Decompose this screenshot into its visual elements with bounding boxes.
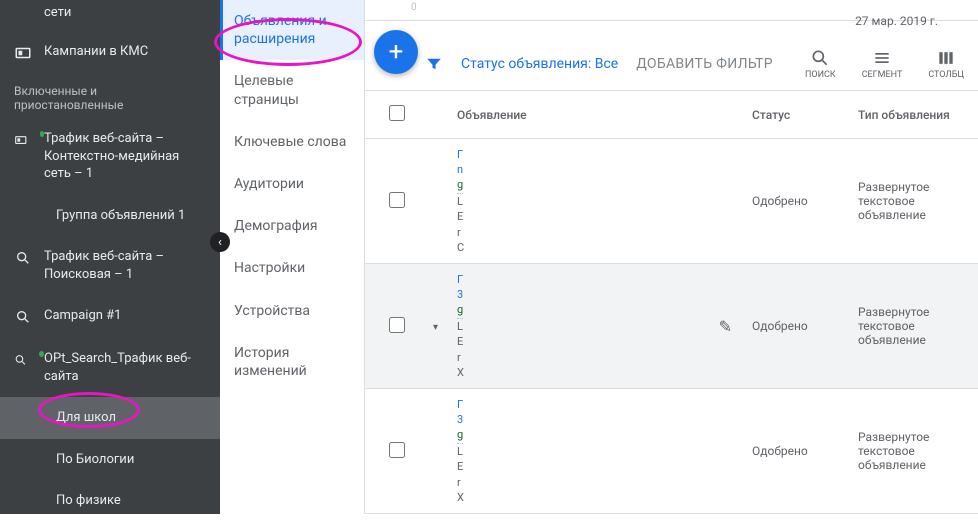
ad-status: Одобрено bbox=[752, 444, 858, 458]
menu-keywords[interactable]: Ключевые слова bbox=[220, 121, 364, 163]
ad-row[interactable]: ▾ Г 3 g L E r X ✎ Одобрено Развернутое т… bbox=[365, 264, 978, 389]
ad-type: Развернутое текстовое объявление bbox=[858, 305, 964, 347]
search-button[interactable]: ПОИСК bbox=[805, 48, 836, 80]
menu-audiences[interactable]: Аудитории bbox=[220, 163, 364, 205]
chevron-down-icon[interactable]: ▾ bbox=[433, 322, 438, 333]
ad-preview: Г n g L E r C bbox=[457, 147, 752, 256]
menu-landing-pages[interactable]: Целевые страницы bbox=[220, 60, 364, 120]
chevron-left-icon: ‹ bbox=[218, 235, 222, 250]
menu-devices[interactable]: Устройства bbox=[220, 290, 364, 332]
display-icon bbox=[14, 131, 32, 149]
sidebar-item-campaign-1[interactable]: Трафик веб-сайта – Поисковая – 1 bbox=[0, 236, 220, 295]
add-filter-button[interactable]: ДОБАВИТЬ ФИЛЬТР bbox=[636, 56, 773, 72]
ad-preview: Г 3 g L E r X bbox=[457, 272, 719, 381]
ads-table-header: Объявление Статус Тип объявления bbox=[365, 91, 978, 139]
columns-icon bbox=[936, 48, 956, 68]
date-label: 27 мар. 2019 г. bbox=[855, 14, 938, 28]
create-ad-fab[interactable]: + bbox=[374, 30, 418, 74]
sidebar-item-campaign-0[interactable]: Трафик веб-сайта – Контекстно-медийная с… bbox=[0, 118, 220, 195]
row-checkbox[interactable] bbox=[389, 317, 405, 333]
menu-demographics[interactable]: Демография bbox=[220, 205, 364, 247]
collapse-sidebar-handle[interactable]: ‹ bbox=[210, 232, 230, 252]
ad-preview: Г 3 g L E r X bbox=[457, 397, 752, 506]
filter-toolbar: Статус объявления: Все ДОБАВИТЬ ФИЛЬТР П… bbox=[365, 21, 978, 91]
sidebar-item-adgroup-schools[interactable]: Для школ bbox=[0, 397, 220, 439]
col-header-type[interactable]: Тип объявления bbox=[858, 108, 964, 122]
plus-icon: + bbox=[389, 37, 404, 67]
col-header-ad[interactable]: Объявление bbox=[457, 108, 752, 122]
sidebar-item-adgroup-biology[interactable]: По Биологии bbox=[0, 439, 220, 481]
sidebar-item-kmc[interactable]: Кампании в КМС bbox=[0, 31, 220, 74]
row-checkbox[interactable] bbox=[389, 442, 405, 458]
ad-type: Развернутое текстовое объявление bbox=[858, 430, 964, 472]
ad-status: Одобрено bbox=[752, 319, 858, 333]
row-checkbox[interactable] bbox=[389, 192, 405, 208]
search-icon bbox=[810, 48, 830, 68]
sidebar-item-adgroup-physics[interactable]: По физике bbox=[0, 480, 220, 522]
menu-settings[interactable]: Настройки bbox=[220, 247, 364, 289]
search-campaign-icon bbox=[14, 351, 32, 369]
filter-icon[interactable] bbox=[425, 55, 443, 73]
menu-ads-extensions[interactable]: Объявления и расширения bbox=[220, 0, 364, 60]
search-campaign-icon bbox=[14, 308, 32, 326]
search-campaign-icon bbox=[14, 249, 32, 267]
ad-type: Развернутое текстовое объявление bbox=[858, 180, 964, 222]
page-menu-sidebar: Объявления и расширения Целевые страницы… bbox=[220, 0, 365, 514]
col-header-status[interactable]: Статус bbox=[752, 108, 858, 122]
main-content: 0 27 мар. 2019 г. Статус объявления: Все… bbox=[365, 0, 978, 514]
ad-row[interactable]: Г 3 g L E r X Одобрено Развернутое текст… bbox=[365, 389, 978, 514]
segment-button[interactable]: СЕГМЕНТ bbox=[862, 48, 903, 80]
select-all-checkbox[interactable] bbox=[389, 105, 405, 121]
campaigns-sidebar: сети Кампании в КМС Включенные и приоста… bbox=[0, 0, 220, 514]
status-filter-chip[interactable]: Статус объявления: Все bbox=[461, 56, 618, 72]
ad-row[interactable]: Г n g L E r C Одобрено Развернутое текст… bbox=[365, 139, 978, 264]
sidebar-item-campaign-3[interactable]: OPt_Search_Трафик веб-сайта bbox=[0, 338, 220, 397]
columns-button[interactable]: СТОЛБЦ bbox=[928, 48, 964, 80]
segment-icon bbox=[872, 48, 892, 68]
edit-ad-button[interactable]: ✎ bbox=[719, 317, 732, 336]
menu-change-history[interactable]: История изменений bbox=[220, 332, 364, 392]
sidebar-item-adgroup-0[interactable]: Группа объявлений 1 bbox=[0, 195, 220, 237]
ad-status: Одобрено bbox=[752, 194, 858, 208]
timeline-chart[interactable]: 0 27 мар. 2019 г. bbox=[365, 0, 978, 21]
display-icon bbox=[14, 44, 32, 62]
sidebar-heading-enabled: Включенные и приостановленные bbox=[0, 74, 220, 118]
sidebar-item-networks[interactable]: сети bbox=[0, 0, 220, 31]
sidebar-item-campaign-2[interactable]: Campaign #1 bbox=[0, 295, 220, 338]
